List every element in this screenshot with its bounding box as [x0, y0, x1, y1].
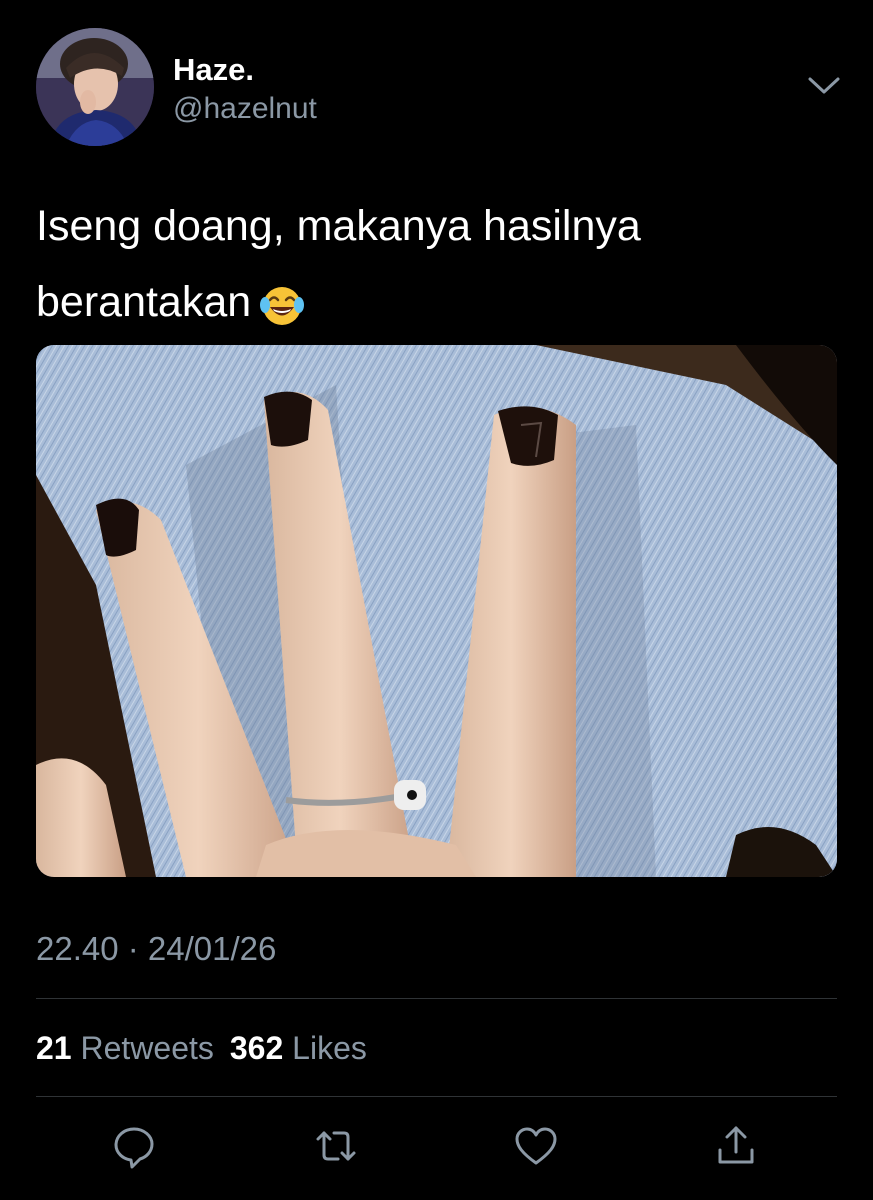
avatar[interactable] [36, 28, 154, 146]
retweets-label: Retweets [80, 1030, 214, 1066]
tweet-header: Haze. @hazelnut [36, 28, 841, 148]
tweet-timestamp[interactable]: 22.40 · 24/01/26 [36, 930, 276, 968]
chevron-down-icon[interactable] [807, 74, 841, 96]
share-icon[interactable] [712, 1122, 760, 1170]
display-name[interactable]: Haze. [173, 52, 254, 88]
tweet-text-line-1: Iseng doang, makanya hasilnya [36, 202, 641, 250]
likes-label: Likes [292, 1030, 367, 1066]
tweet-text: Iseng doang, makanya hasilnya berantakan [36, 188, 836, 340]
likes-count: 362 [229, 1030, 284, 1066]
laughing-tears-emoji-icon [259, 282, 305, 328]
retweets-stat[interactable]: 21 Retweets [36, 1030, 214, 1066]
retweets-count: 21 [36, 1030, 72, 1066]
user-handle[interactable]: @hazelnut [173, 92, 317, 126]
tweet-text-line-2-text: berantakan [36, 278, 252, 326]
tweet-stats: 21 Retweets 362 Likes [36, 1030, 367, 1067]
likes-stat[interactable]: 362 Likes [230, 1030, 367, 1066]
avatar-image [36, 28, 154, 146]
reply-icon[interactable] [110, 1122, 158, 1170]
tweet-photo[interactable] [36, 345, 837, 877]
tweet-actions [0, 1118, 873, 1178]
retweet-icon[interactable] [312, 1122, 360, 1170]
tweet-text-line-2: berantakan [36, 264, 836, 340]
hand-nails-photo [36, 345, 837, 877]
heart-icon[interactable] [512, 1122, 560, 1170]
divider [36, 1096, 837, 1097]
divider [36, 998, 837, 999]
